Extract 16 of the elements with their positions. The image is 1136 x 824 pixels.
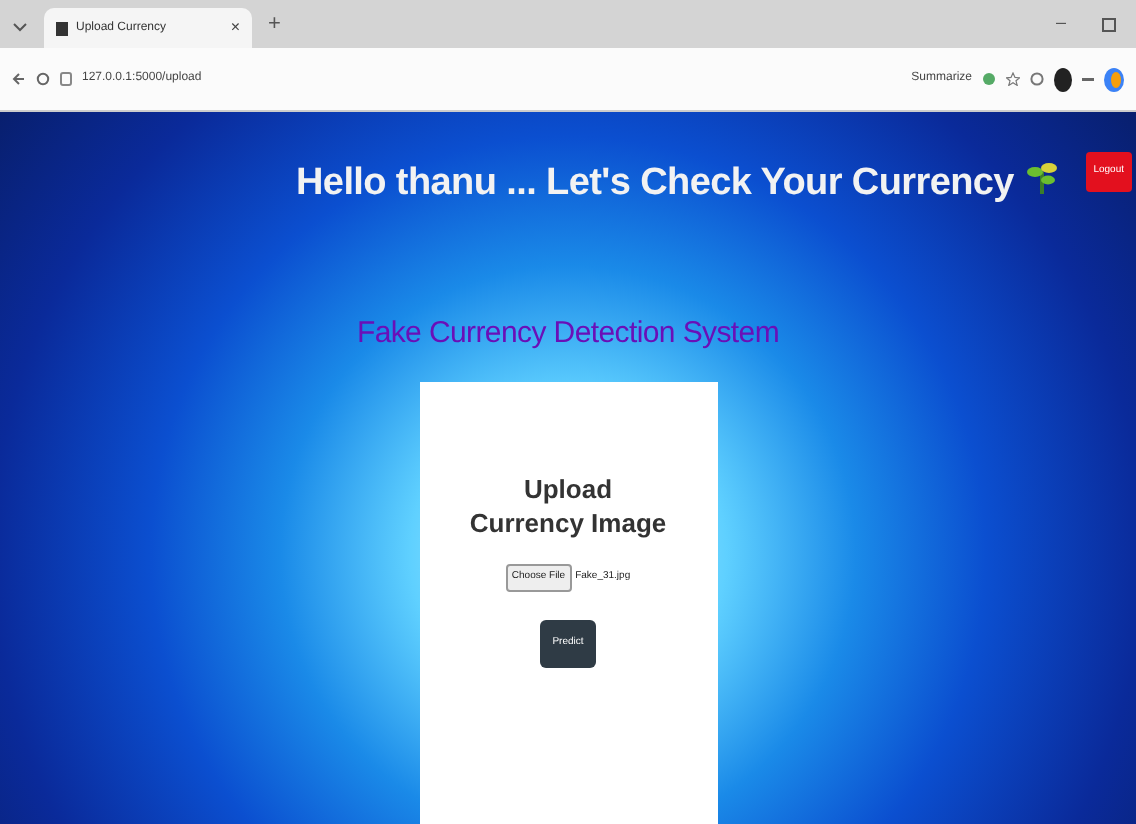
reload-icon[interactable] xyxy=(36,72,50,86)
profile-icon[interactable] xyxy=(1054,67,1072,91)
extension-icon[interactable] xyxy=(982,72,996,86)
back-icon[interactable] xyxy=(12,72,26,86)
minus-icon[interactable] xyxy=(1082,77,1094,81)
greeting-heading: Hello thanu ... Let's Check Your Currency xyxy=(296,160,1014,208)
minimize-button[interactable]: – xyxy=(1055,9,1066,36)
close-tab-button[interactable]: × xyxy=(230,16,240,40)
tab-menu-icon[interactable] xyxy=(12,18,28,34)
star-icon[interactable] xyxy=(1006,72,1020,86)
page-icon xyxy=(56,21,68,35)
new-tab-button[interactable]: + xyxy=(268,7,281,40)
upload-title: Upload Currency Image xyxy=(468,472,668,540)
plant-icon xyxy=(1025,160,1058,196)
restore-icon[interactable] xyxy=(1102,18,1116,32)
system-title: Fake Currency Detection System xyxy=(356,313,780,353)
